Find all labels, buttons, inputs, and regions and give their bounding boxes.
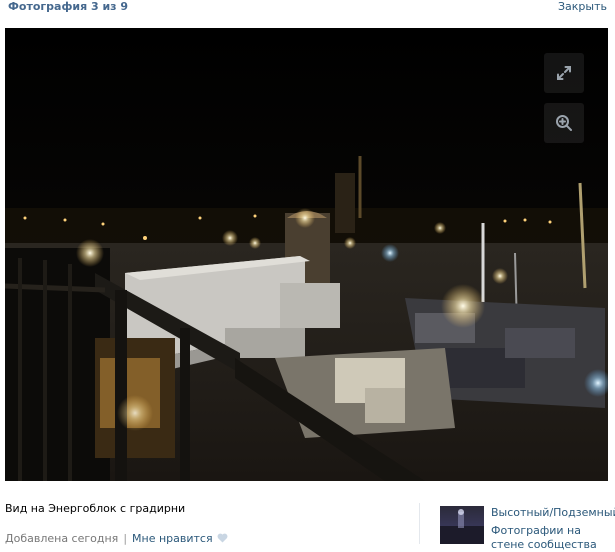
photo-source: Высотный/Подземный Фотографии на стене с… (440, 504, 615, 551)
zoom-in-icon (556, 115, 572, 131)
expand-icon (557, 66, 571, 80)
like-label: Мне нравится (132, 532, 213, 545)
source-name-link[interactable]: Высотный/Подземный (491, 506, 615, 520)
viewer-header: Фотография 3 из 9 Закрыть (0, 0, 615, 20)
source-subtitle-link[interactable]: Фотографии на стене сообщества (491, 524, 615, 552)
photo-description: Вид на Энергоблок с градирни (5, 502, 186, 515)
divider (419, 503, 420, 544)
close-link[interactable]: Закрыть (558, 0, 607, 14)
meta-separator: | (123, 532, 128, 545)
photo-meta: Добавлена сегодня | Мне нравится (5, 532, 228, 547)
night-construction-photo (5, 28, 608, 481)
expand-button[interactable] (544, 53, 584, 93)
zoom-button[interactable] (544, 103, 584, 143)
photo-counter-title: Фотография 3 из 9 (8, 0, 129, 13)
source-thumbnail[interactable] (440, 506, 484, 544)
like-button[interactable]: Мне нравится (132, 532, 228, 545)
photo-info: Вид на Энергоблок с градирни Добавлена с… (5, 502, 405, 545)
heart-icon (217, 533, 228, 547)
added-date: Добавлена сегодня (5, 532, 119, 545)
photo-view[interactable] (5, 28, 608, 481)
